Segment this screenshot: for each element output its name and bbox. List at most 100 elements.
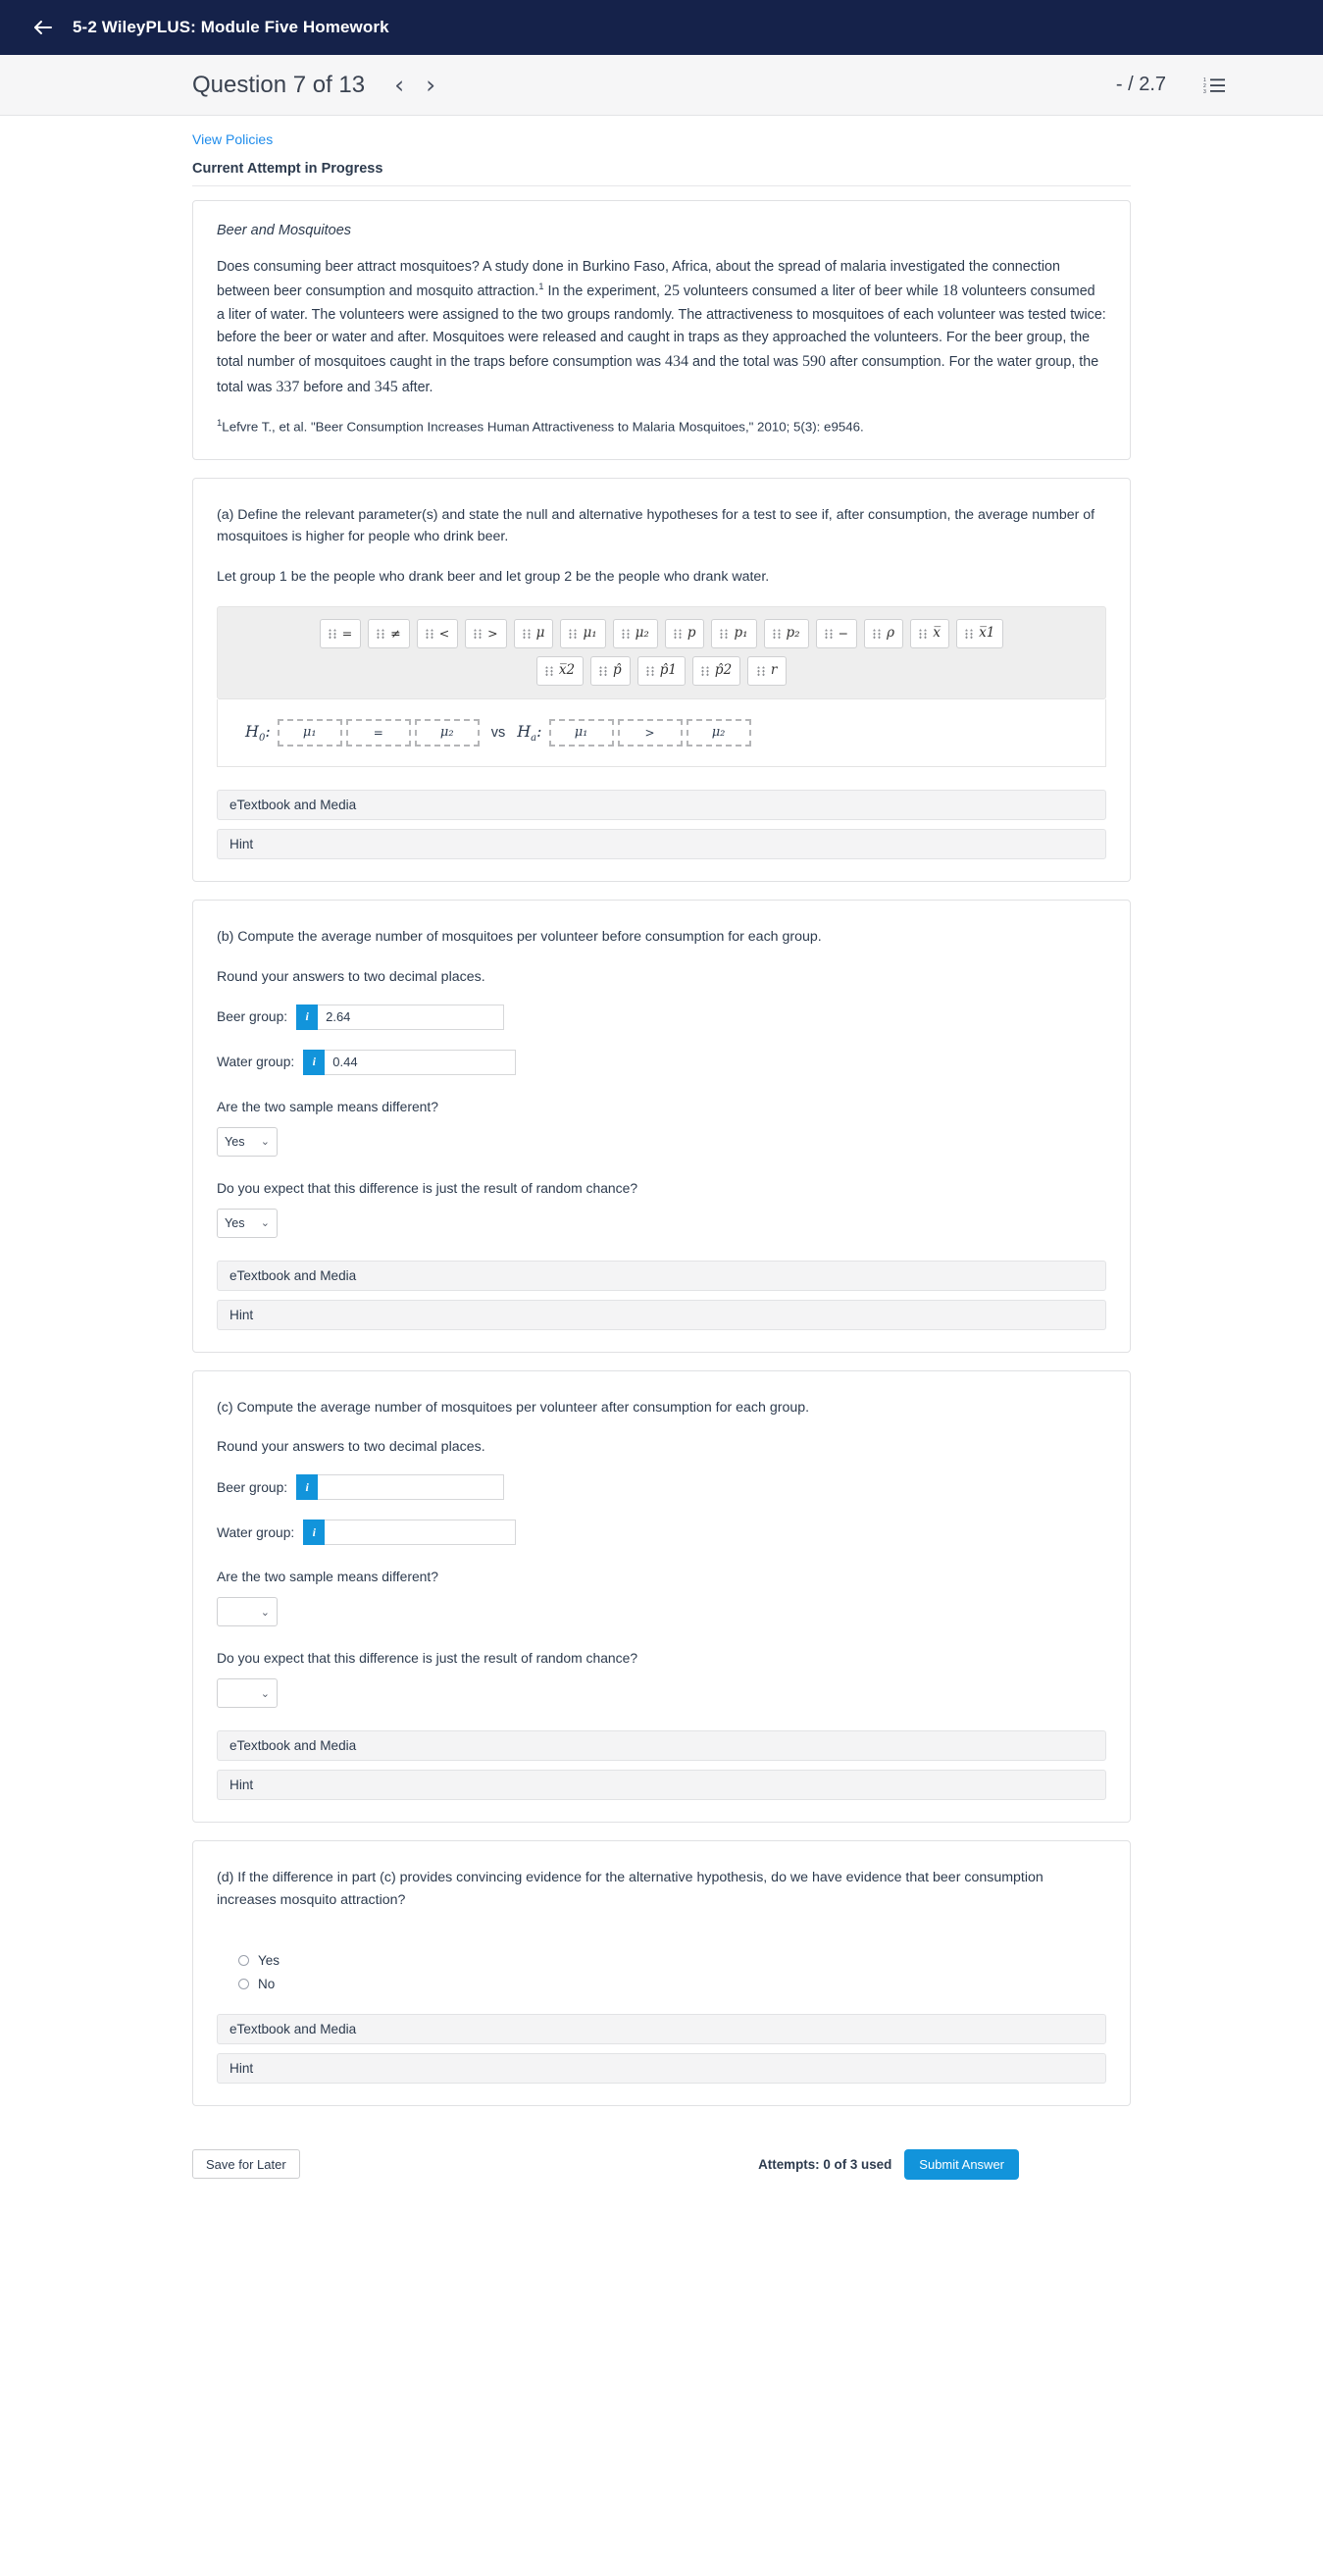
equals-key[interactable]: = bbox=[319, 618, 362, 648]
problem-title: Beer and Mosquitoes bbox=[217, 223, 352, 238]
part-c-beer-input[interactable] bbox=[318, 1474, 505, 1501]
alt-h-sub: a bbox=[531, 733, 537, 745]
alt-left-blank[interactable]: μ₁ bbox=[548, 718, 614, 747]
xbar-key-glyph: x̅ bbox=[933, 625, 941, 642]
greater-than-key[interactable]: > bbox=[465, 618, 507, 648]
part-b-rounding-note: Round your answers to two decimal places… bbox=[217, 968, 485, 985]
radio-yes[interactable] bbox=[238, 1954, 249, 1966]
phat-key[interactable]: p̂ bbox=[590, 655, 631, 686]
part-d-option-yes[interactable]: Yes bbox=[217, 1953, 1106, 1968]
mu-key-glyph: μ bbox=[535, 625, 545, 642]
part-a-etextbook-bar[interactable]: eTextbook and Media bbox=[217, 789, 1106, 820]
xbar1-key[interactable]: x̅1 bbox=[956, 618, 1004, 648]
part-b-etextbook-bar[interactable]: eTextbook and Media bbox=[217, 1260, 1106, 1291]
view-policies-link[interactable]: View Policies bbox=[192, 116, 273, 147]
not-equals-key[interactable]: ≠ bbox=[368, 618, 410, 648]
phat2-key-glyph: p̂2 bbox=[714, 662, 733, 679]
info-icon[interactable]: i bbox=[303, 1049, 326, 1075]
xbar1-key-glyph: x̅1 bbox=[979, 625, 995, 642]
p-key[interactable]: p bbox=[664, 618, 705, 648]
info-icon[interactable]: i bbox=[296, 1474, 319, 1501]
back-arrow-icon[interactable] bbox=[31, 16, 55, 39]
mu1-key[interactable]: μ₁ bbox=[560, 618, 606, 648]
water-after-value: 345 bbox=[374, 379, 398, 396]
part-b-beer-input[interactable] bbox=[318, 1004, 505, 1030]
part-d-prompt: (d) If the difference in part (c) provid… bbox=[217, 1870, 1043, 1909]
p2-key[interactable]: p₂ bbox=[763, 618, 809, 648]
xbar-key[interactable]: x̅ bbox=[910, 618, 950, 648]
part-c-hint-bar[interactable]: Hint bbox=[217, 1770, 1106, 1801]
part-b-water-row: Water group: i bbox=[217, 1049, 1106, 1075]
alt-right-blank[interactable]: μ₂ bbox=[686, 718, 751, 747]
null-hypothesis-label: H0: bbox=[245, 721, 271, 745]
minus-key[interactable]: − bbox=[815, 618, 858, 648]
problem-text-3: volunteers consumed a liter of beer whil… bbox=[679, 283, 942, 300]
chevron-down-icon: ⌄ bbox=[260, 1216, 270, 1230]
mu2-key[interactable]: μ₂ bbox=[612, 618, 658, 648]
drag-grip-icon bbox=[873, 628, 882, 639]
group-note-2: be the people who drank beer and let gro… bbox=[286, 568, 565, 585]
palette-row-2: x̅2 p̂ p̂1 p̂2 r bbox=[228, 655, 1095, 686]
group-note-3: be the people who drank water. bbox=[572, 568, 770, 585]
save-for-later-button[interactable]: Save for Later bbox=[192, 2149, 300, 2180]
part-b-select-1[interactable]: Yes ⌄ bbox=[217, 1126, 278, 1157]
drag-grip-icon bbox=[599, 665, 608, 676]
mu2-key-glyph: μ₂ bbox=[635, 625, 649, 642]
part-d-option-no[interactable]: No bbox=[217, 1977, 1106, 1991]
null-left-blank[interactable]: μ₁ bbox=[277, 718, 342, 747]
part-a-hint-bar[interactable]: Hint bbox=[217, 828, 1106, 859]
part-b-question-1: Are the two sample means different? bbox=[217, 1098, 438, 1114]
alt-hypothesis-label: Ha: bbox=[517, 721, 542, 745]
numbered-list-icon[interactable]: 1 2 3 bbox=[1203, 77, 1225, 95]
problem-text-8: after. bbox=[397, 380, 433, 396]
rho-key[interactable]: ρ bbox=[864, 618, 904, 648]
alt-operator-blank[interactable]: > bbox=[617, 718, 683, 747]
equals-key-glyph: = bbox=[341, 625, 353, 641]
part-c-question-1: Are the two sample means different? bbox=[217, 1569, 438, 1585]
submit-answer-button[interactable]: Submit Answer bbox=[904, 2148, 1019, 2180]
footer-right-group: Attempts: 0 of 3 used Submit Answer bbox=[758, 2148, 1131, 2180]
part-c-beer-row: Beer group: i bbox=[217, 1474, 1106, 1501]
part-b-beer-label: Beer group: bbox=[217, 1009, 288, 1025]
part-c-etextbook-bar[interactable]: eTextbook and Media bbox=[217, 1730, 1106, 1762]
question-footer: Save for Later Attempts: 0 of 3 used Sub… bbox=[192, 2124, 1131, 2180]
less-than-key[interactable]: < bbox=[416, 618, 459, 648]
drag-grip-icon bbox=[328, 628, 336, 639]
next-question-icon[interactable]: › bbox=[426, 73, 435, 97]
phat2-key[interactable]: p̂2 bbox=[691, 655, 741, 686]
score-display: - / 2.7 bbox=[1115, 74, 1166, 95]
problem-text: Does consuming beer attract mosquitoes? … bbox=[217, 256, 1106, 400]
part-c-select-1[interactable]: ⌄ bbox=[217, 1597, 278, 1627]
drag-grip-icon bbox=[425, 628, 433, 639]
part-d-hint-bar[interactable]: Hint bbox=[217, 2052, 1106, 2084]
null-operator-blank[interactable]: = bbox=[345, 718, 411, 747]
phat1-key-glyph: p̂1 bbox=[659, 662, 677, 679]
part-c-select-2[interactable]: ⌄ bbox=[217, 1678, 278, 1709]
info-icon[interactable]: i bbox=[303, 1520, 326, 1546]
mu-key[interactable]: μ bbox=[513, 618, 554, 648]
part-b-water-input[interactable] bbox=[325, 1049, 517, 1075]
phat1-key[interactable]: p̂1 bbox=[636, 655, 686, 686]
part-b-select-2[interactable]: Yes ⌄ bbox=[217, 1208, 278, 1238]
xbar2-key[interactable]: x̅2 bbox=[535, 655, 585, 686]
part-b-select-1-value: Yes bbox=[225, 1134, 245, 1149]
part-d-etextbook-bar[interactable]: eTextbook and Media bbox=[217, 2013, 1106, 2044]
math-symbol-palette: = ≠ < > μ μ₁ μ₂ p p₁ p₂ − ρ x̅ x̅1 x̅2 p̂ p̂1 p̂2 r bbox=[217, 605, 1106, 699]
group-note-1: Let group bbox=[217, 568, 280, 585]
alt-h-letter: H bbox=[517, 721, 532, 741]
svg-text:3: 3 bbox=[1203, 89, 1206, 94]
null-right-blank[interactable]: μ₂ bbox=[414, 718, 480, 747]
r-key[interactable]: r bbox=[747, 655, 788, 686]
drag-grip-icon bbox=[544, 665, 553, 676]
drag-grip-icon bbox=[569, 628, 578, 639]
part-b-hint-bar[interactable]: Hint bbox=[217, 1299, 1106, 1330]
question-nav: ‹ › bbox=[394, 73, 435, 97]
part-c-question-2: Do you expect that this difference is ju… bbox=[217, 1650, 638, 1667]
part-c-water-input[interactable] bbox=[325, 1520, 517, 1546]
prev-question-icon[interactable]: ‹ bbox=[394, 73, 404, 97]
info-icon[interactable]: i bbox=[296, 1004, 319, 1030]
part-c-beer-label: Beer group: bbox=[217, 1479, 288, 1495]
p1-key[interactable]: p₁ bbox=[711, 618, 757, 648]
part-b-beer-row: Beer group: i bbox=[217, 1004, 1106, 1030]
radio-no[interactable] bbox=[238, 1978, 249, 1989]
